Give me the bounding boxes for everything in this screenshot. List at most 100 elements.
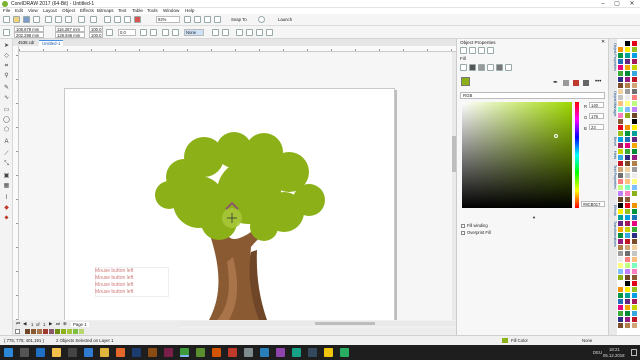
swatch-red-brown[interactable] [43,329,48,334]
palette-swatch[interactable] [632,227,637,232]
palette-swatch[interactable] [625,281,630,286]
edge-browser-icon[interactable] [36,348,45,357]
palette-swatch[interactable] [625,215,630,220]
close-button[interactable]: ✕ [625,0,639,8]
palette-swatch[interactable] [625,143,630,148]
palette-swatch[interactable] [632,83,637,88]
transparency-tool-icon[interactable]: ▦ [3,183,10,189]
last-page-icon[interactable]: ⏭ [56,321,60,326]
redo-icon[interactable] [90,16,97,23]
palette-swatch[interactable] [625,263,630,268]
palette-swatch[interactable] [625,101,630,106]
fountain-fill-icon[interactable] [478,64,485,71]
palette-swatch[interactable] [618,185,623,190]
palette-swatch[interactable] [618,275,623,280]
palette-swatch[interactable] [632,77,637,82]
copy-icon[interactable] [55,16,62,23]
pattern-fill-icon[interactable] [487,64,494,71]
launch-menu[interactable]: Launch [278,17,292,22]
zoom-tool-icon[interactable]: ⚲ [3,73,10,79]
palette-swatch[interactable] [618,293,623,298]
palette-swatch[interactable] [632,287,637,292]
palette-swatch[interactable] [625,311,630,316]
palette-swatch[interactable] [632,179,637,184]
page-tab[interactable]: Page 1 [71,322,89,327]
palette-swatch[interactable] [618,263,623,268]
connector-tool-icon[interactable]: ⤡ [3,161,10,167]
to-back-icon[interactable] [222,29,229,36]
search-content-icon[interactable] [104,16,111,23]
palette-swatch[interactable] [625,269,630,274]
app-green-icon[interactable] [340,348,349,357]
palette-swatch[interactable] [632,59,637,64]
palette-swatch[interactable] [618,197,623,202]
palette-swatch[interactable] [632,113,637,118]
transparency-tab-icon[interactable] [478,47,485,54]
interactive-fill-icon[interactable]: ◆ [3,205,10,211]
group-icon[interactable] [162,29,169,36]
palette-swatch[interactable] [632,305,637,310]
add-page-icon[interactable]: ⊕ [63,321,67,327]
palette-swatch[interactable] [632,239,637,244]
more-options-icon[interactable]: ••• [595,79,601,85]
palette-swatch[interactable] [618,137,623,142]
palette-swatch[interactable] [632,269,637,274]
app-red-icon[interactable] [228,348,237,357]
overprint-fill-checkbox[interactable] [461,231,465,235]
palette-swatch[interactable] [632,89,637,94]
minimize-button[interactable]: – [596,0,610,8]
simplify-icon[interactable] [266,29,273,36]
store-icon[interactable] [68,348,77,357]
ungroup-icon[interactable] [172,29,179,36]
crop-tool-icon[interactable]: ⌗ [3,63,10,69]
palette-swatch[interactable] [632,185,637,190]
uniform-fill-icon[interactable] [469,64,476,71]
b-value-field[interactable]: 23 [589,124,604,130]
app-gray-icon[interactable] [244,348,253,357]
palette-swatch[interactable] [625,227,630,232]
palette-swatch[interactable] [625,185,630,190]
swatch-olive[interactable] [55,329,60,334]
guidelines-icon[interactable] [214,16,221,23]
palette-swatch[interactable] [618,311,623,316]
tab-text-properties[interactable]: Text Properties [610,165,617,189]
palette-swatch[interactable] [625,107,630,112]
start-windows-icon[interactable] [4,348,13,357]
new-document-icon[interactable] [3,16,10,23]
palette-swatch[interactable] [632,161,637,166]
palette-swatch[interactable] [618,143,623,148]
palette-swatch[interactable] [632,101,637,106]
palette-swatch[interactable] [625,251,630,256]
palette-swatch[interactable] [632,125,637,130]
mail-icon[interactable] [84,348,93,357]
r-value-field[interactable]: 140 [589,102,604,108]
palette-swatch[interactable] [625,125,630,130]
palette-swatch[interactable] [632,281,637,286]
polygon-tool-icon[interactable]: ⬠ [3,127,10,133]
no-color-swatch[interactable] [15,329,20,334]
palette-swatch[interactable] [618,191,623,196]
swatch-green[interactable] [61,329,66,334]
palette-swatch[interactable] [632,71,637,76]
palette-swatch[interactable] [618,245,623,250]
palette-swatch[interactable] [625,155,630,160]
palette-swatch[interactable] [625,209,630,214]
palette-swatch[interactable] [632,323,637,328]
palette-swatch[interactable] [625,287,630,292]
corel-photopaint-icon[interactable] [196,348,205,357]
palette-swatch[interactable] [618,119,623,124]
palette-swatch[interactable] [632,221,637,226]
palette-swatch[interactable] [632,251,637,256]
palette-swatch[interactable] [632,107,637,112]
palette-swatch[interactable] [625,323,630,328]
palette-swatch[interactable] [618,251,623,256]
eyedropper-icon[interactable]: ✒ [553,79,558,86]
task-view-icon[interactable] [20,348,29,357]
palette-swatch[interactable] [625,83,630,88]
palette-swatch[interactable] [618,41,623,46]
artistic-media-icon[interactable]: ∿ [3,95,10,101]
tab-bevel[interactable]: Bevel [610,137,617,146]
palette-swatch[interactable] [632,173,637,178]
palette-swatch[interactable] [618,221,623,226]
save-icon[interactable] [23,16,30,23]
